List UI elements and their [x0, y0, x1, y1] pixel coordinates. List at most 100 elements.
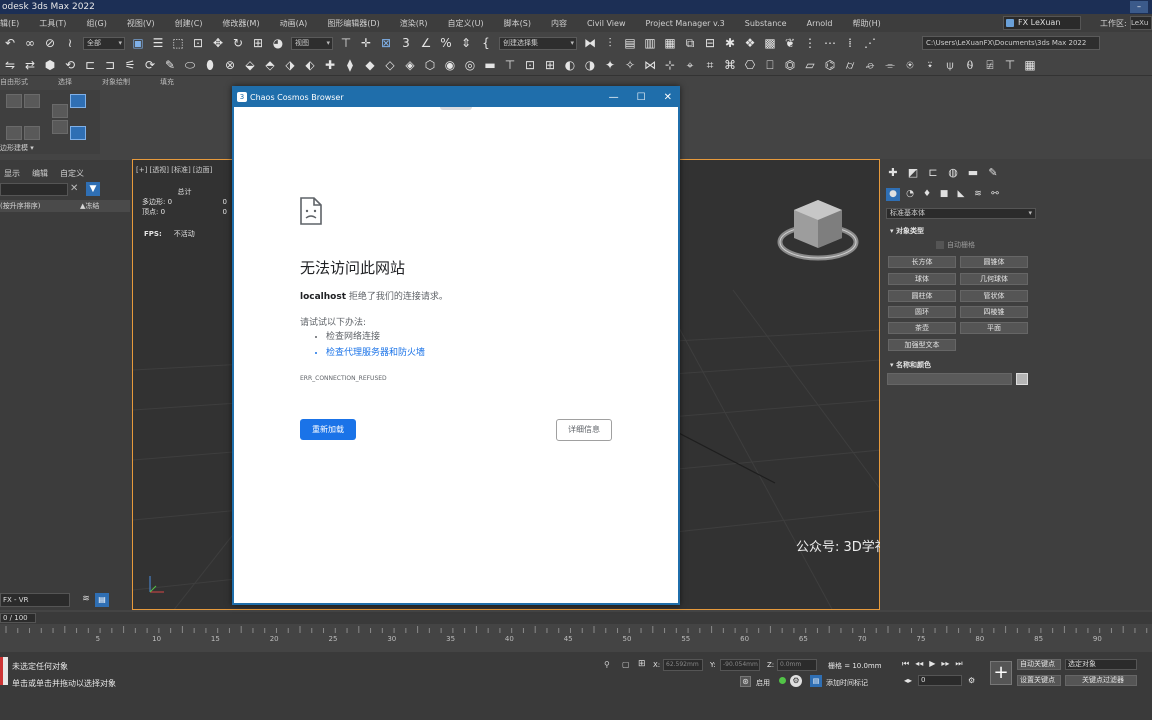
mirror-icon[interactable]: ⧓ — [583, 36, 597, 50]
snap-toggle-icon[interactable]: 3 — [399, 36, 413, 50]
tool-icon-34[interactable]: ⌖ — [683, 58, 697, 72]
previous-frame-icon[interactable]: ◂◂ — [915, 659, 923, 669]
suggestion-check-proxy-link[interactable]: 检查代理服务器和防火墙 — [326, 345, 425, 361]
set-key-button[interactable]: 设置关键点 — [1017, 675, 1061, 686]
tool-icon-35[interactable]: ⌗ — [703, 58, 717, 72]
grid2-icon[interactable]: ⋯ — [823, 36, 837, 50]
ribbon-button-6[interactable] — [6, 126, 22, 140]
key-filters-button[interactable]: 关键点过滤器 — [1065, 675, 1137, 686]
isolate-icon[interactable]: ⚲ — [604, 660, 610, 669]
menu-edit[interactable]: 辑(E) — [0, 18, 29, 29]
tool-icon-5[interactable]: ⊏ — [83, 58, 97, 72]
add-time-tag-label[interactable]: 添加时间标记 — [826, 678, 868, 688]
text-plus-button[interactable]: 加强型文本 — [888, 339, 956, 351]
time-config-icon[interactable]: ⚙ — [968, 676, 975, 685]
tool-icon-16[interactable]: ⬖ — [303, 58, 317, 72]
ribbon-button-2[interactable] — [24, 94, 40, 108]
tool-icon-38[interactable]: ⎕ — [763, 58, 777, 72]
object-name-input[interactable] — [887, 373, 1012, 385]
tool-icon-40[interactable]: ⏥ — [803, 58, 817, 72]
material-editor-icon[interactable]: ✱ — [723, 36, 737, 50]
place-icon[interactable]: ◕ — [271, 36, 285, 50]
modify-tab-icon[interactable]: ◩ — [906, 166, 920, 180]
teapot-button[interactable]: 茶壶 — [888, 322, 956, 334]
menu-civil-view[interactable]: Civil View — [577, 19, 636, 28]
settings-gear-icon[interactable]: ⚙ — [790, 675, 802, 687]
autogrid-checkbox[interactable]: 自动栅格 — [936, 240, 975, 250]
primitive-category-dropdown[interactable]: 标准基本体 — [886, 208, 1036, 219]
autogrid-check[interactable] — [936, 241, 944, 249]
scene-search-input[interactable] — [0, 183, 68, 196]
window-crossing-icon[interactable]: ⊡ — [191, 36, 205, 50]
box-button[interactable]: 长方体 — [888, 256, 956, 268]
tool-icon-45[interactable]: ⍟ — [903, 58, 917, 72]
tool-icon-10[interactable]: ⬭ — [183, 58, 197, 72]
tool-icon-44[interactable]: ⌯ — [883, 58, 897, 72]
plane-button[interactable]: 平面 — [960, 322, 1028, 334]
menu-graph-editors[interactable]: 图形编辑器(D) — [317, 18, 389, 29]
pyramid-button[interactable]: 四棱锥 — [960, 306, 1028, 318]
ribbon-button-7[interactable] — [24, 126, 40, 140]
keyboard-shortcut-icon[interactable]: ⊠ — [379, 36, 393, 50]
viewport-label[interactable]: [+] [透视] [标准] [边面] — [136, 165, 212, 175]
tab-display[interactable]: 显示 — [4, 168, 20, 179]
move-icon[interactable]: ✥ — [211, 36, 225, 50]
tool-icon-11[interactable]: ⬮ — [203, 58, 217, 72]
tool-icon-6[interactable]: ⊐ — [103, 58, 117, 72]
absolute-mode-icon[interactable]: ⊞ — [638, 659, 646, 669]
x-coordinate-field[interactable]: 62.592mm — [663, 659, 703, 671]
tool-icon-9[interactable]: ✎ — [163, 58, 177, 72]
play-icon[interactable]: ▶ — [929, 659, 935, 669]
tool-icon-43[interactable]: ⌮ — [863, 58, 877, 72]
menu-project-manager[interactable]: Project Manager v.3 — [635, 19, 734, 28]
tool-icon-41[interactable]: ⌬ — [823, 58, 837, 72]
tool-icon-28[interactable]: ◐ — [563, 58, 577, 72]
menu-animation[interactable]: 动画(A) — [270, 18, 318, 29]
next-frame-icon[interactable]: ▸▸ — [941, 659, 949, 669]
current-frame-input[interactable]: 0 — [918, 675, 963, 686]
menu-content[interactable]: 内容 — [541, 18, 577, 29]
layer-explorer-icon[interactable]: ▥ — [643, 36, 657, 50]
adaptive-degradation-icon[interactable]: ⊛ — [740, 676, 751, 687]
tool-icon-21[interactable]: ◈ — [403, 58, 417, 72]
tool-icon-8[interactable]: ⟳ — [143, 58, 157, 72]
ribbon-button-1[interactable] — [6, 94, 22, 108]
tool-icon-33[interactable]: ⊹ — [663, 58, 677, 72]
tool-icon-36[interactable]: ⌘ — [723, 58, 737, 72]
tool-icon-13[interactable]: ⬙ — [243, 58, 257, 72]
workspace-dropdown[interactable]: LeXu — [1130, 16, 1152, 30]
menu-group[interactable]: 组(G) — [76, 18, 116, 29]
sort-name-column[interactable]: (按升序排序) — [0, 200, 40, 212]
tool-icon-46[interactable]: ⍣ — [923, 58, 937, 72]
object-type-rollout-title[interactable]: ▾ 对象类型 — [890, 226, 924, 236]
tool-icon-23[interactable]: ◉ — [443, 58, 457, 72]
menu-views[interactable]: 视图(V) — [117, 18, 165, 29]
tool-icon-2[interactable]: ⇄ — [23, 58, 37, 72]
render-setup-icon[interactable]: ❖ — [743, 36, 757, 50]
close-icon[interactable]: ✕ — [664, 88, 672, 107]
curve-editor-icon[interactable]: ⧉ — [683, 36, 697, 50]
angle-snap-icon[interactable]: ∠ — [419, 36, 433, 50]
details-button[interactable]: 详细信息 — [556, 419, 612, 441]
minimize-icon[interactable]: – — [1130, 1, 1148, 13]
grid-icon[interactable]: ⋮ — [803, 36, 817, 50]
ribbon-icon[interactable]: ▦ — [663, 36, 677, 50]
go-to-end-icon[interactable]: ⏭ — [955, 659, 962, 669]
spacewarps-icon[interactable]: ≋ — [971, 188, 985, 201]
clear-search-icon[interactable]: ✕ — [70, 183, 78, 194]
bind-spacewarp-icon[interactable]: ≀ — [63, 36, 77, 50]
rect-selection-icon[interactable]: ⬚ — [171, 36, 185, 50]
tab-edit[interactable]: 编辑 — [32, 168, 48, 179]
sphere-button[interactable]: 球体 — [888, 273, 956, 285]
tool-icon-19[interactable]: ◆ — [363, 58, 377, 72]
tool-icon-37[interactable]: ⎔ — [743, 58, 757, 72]
add-time-tag-icon[interactable]: ▤ — [810, 675, 822, 687]
time-slider[interactable] — [0, 612, 1152, 624]
create-tab-icon[interactable]: ✚ — [886, 166, 900, 180]
lights-icon[interactable]: ♦ — [920, 188, 934, 201]
reference-coord-dropdown[interactable]: 视图 — [291, 36, 333, 50]
grid3-icon[interactable]: ⁞ — [843, 36, 857, 50]
undo-icon[interactable]: ↶ — [3, 36, 17, 50]
render-icon[interactable]: ❦ — [783, 36, 797, 50]
cameras-icon[interactable]: ■ — [937, 188, 951, 201]
